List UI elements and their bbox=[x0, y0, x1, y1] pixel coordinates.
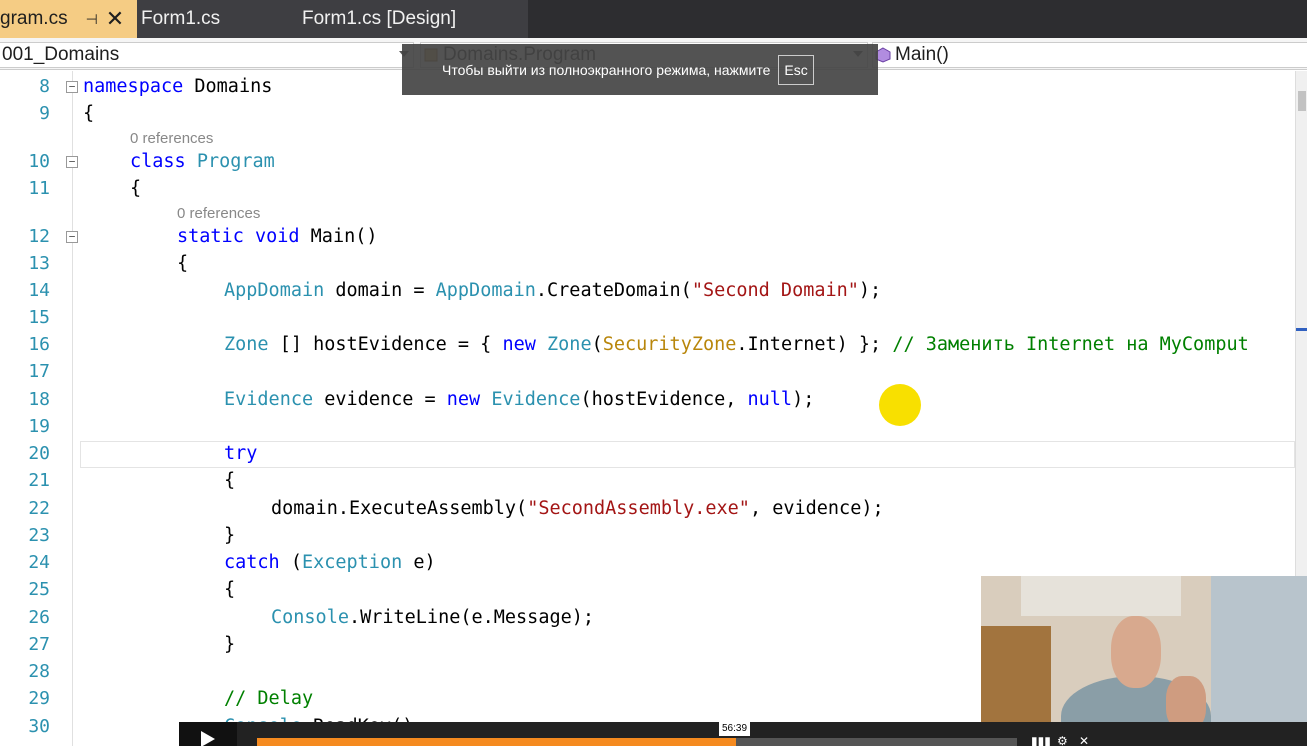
line-number: 19 bbox=[28, 416, 50, 437]
code-line: 22 domain.ExecuteAssembly("SecondAssembl… bbox=[0, 495, 1295, 522]
fullscreen-exit-tooltip: Чтобы выйти из полноэкранного режима, на… bbox=[402, 44, 878, 95]
code-line: 13 { bbox=[0, 250, 1295, 277]
code-line: 15 bbox=[0, 304, 1295, 331]
esc-key-badge: Esc bbox=[778, 54, 814, 85]
webcam-window bbox=[1211, 576, 1307, 746]
video-player-controls: 56:39 ▮▮▮ ⚙ ✕ bbox=[179, 722, 1307, 746]
code-text: } bbox=[224, 525, 236, 546]
code-text: try bbox=[224, 443, 258, 464]
line-number: 15 bbox=[28, 307, 50, 328]
play-icon bbox=[201, 731, 215, 746]
line-number: 26 bbox=[28, 607, 50, 628]
line-number: 9 bbox=[39, 103, 50, 124]
code-line: 10 − class Program bbox=[0, 148, 1295, 175]
codelens-references[interactable]: 0 references bbox=[177, 204, 260, 224]
line-number: 17 bbox=[28, 361, 50, 382]
code-text: domain.ExecuteAssembly("SecondAssembly.e… bbox=[271, 498, 884, 519]
tab-program-cs[interactable]: gram.cs ⊣ ✕ bbox=[0, 0, 137, 38]
code-text: class Program bbox=[130, 151, 275, 172]
fullscreen-icon[interactable]: ✕ bbox=[1079, 735, 1089, 746]
line-number: 22 bbox=[28, 498, 50, 519]
code-text: Evidence evidence = new Evidence(hostEvi… bbox=[224, 389, 815, 410]
code-line: 24 catch (Exception e) bbox=[0, 549, 1295, 576]
code-line: 11 { bbox=[0, 175, 1295, 202]
line-number: 29 bbox=[28, 688, 50, 709]
tab-label: gram.cs bbox=[0, 8, 68, 29]
line-number: 30 bbox=[28, 716, 50, 737]
line-number: 25 bbox=[28, 579, 50, 600]
code-text: { bbox=[177, 253, 189, 274]
gear-icon[interactable]: ⚙ bbox=[1057, 735, 1068, 746]
line-number: 27 bbox=[28, 634, 50, 655]
code-text: Zone [] hostEvidence = { new Zone(Securi… bbox=[224, 334, 1249, 355]
collapse-icon[interactable]: − bbox=[66, 156, 78, 168]
line-number: 20 bbox=[28, 443, 50, 464]
code-text: Console.WriteLine(e.Message); bbox=[271, 607, 595, 628]
member-dropdown[interactable]: Main() bbox=[872, 42, 1307, 68]
collapse-icon[interactable]: − bbox=[66, 231, 78, 243]
code-text: { bbox=[83, 103, 95, 124]
code-text: } bbox=[224, 634, 236, 655]
webcam-overlay bbox=[981, 576, 1307, 746]
line-number: 23 bbox=[28, 525, 50, 546]
tab-form1-design[interactable]: Form1.cs [Design] bbox=[287, 0, 528, 38]
code-text: { bbox=[224, 579, 236, 600]
scrollbar-thumb[interactable] bbox=[1298, 91, 1306, 111]
webcam-person-head bbox=[1111, 616, 1161, 688]
member-dropdown-value: Main() bbox=[895, 44, 949, 65]
code-line: 19 bbox=[0, 413, 1295, 440]
line-number: 10 bbox=[28, 151, 50, 172]
line-number: 12 bbox=[28, 226, 50, 247]
project-dropdown[interactable]: 001_Domains bbox=[0, 42, 414, 68]
code-line: 23 } bbox=[0, 522, 1295, 549]
fullscreen-tip-text: Чтобы выйти из полноэкранного режима, на… bbox=[442, 61, 771, 78]
scrollbar-caret-marker bbox=[1296, 328, 1307, 331]
line-number: 16 bbox=[28, 334, 50, 355]
code-text: static void Main() bbox=[177, 226, 378, 247]
code-text: // Delay bbox=[224, 688, 314, 709]
code-line: 9 { bbox=[0, 100, 1295, 127]
line-number: 13 bbox=[28, 253, 50, 274]
time-tooltip: 56:39 bbox=[719, 722, 751, 736]
pin-icon[interactable]: ⊣ bbox=[86, 11, 98, 28]
line-number: 11 bbox=[28, 178, 50, 199]
close-icon[interactable]: ✕ bbox=[106, 6, 124, 32]
play-button[interactable] bbox=[179, 722, 237, 746]
line-number: 8 bbox=[39, 76, 50, 97]
code-line: 21 { bbox=[0, 467, 1295, 494]
line-number: 28 bbox=[28, 661, 50, 682]
code-line: 20 try bbox=[0, 440, 1295, 467]
document-tab-bar: gram.cs ⊣ ✕ Form1.cs Form1.cs [Design] bbox=[0, 0, 1307, 38]
line-number: 24 bbox=[28, 552, 50, 573]
code-text: AppDomain domain = AppDomain.CreateDomai… bbox=[224, 280, 882, 301]
project-dropdown-value: 001_Domains bbox=[2, 44, 120, 65]
code-text: { bbox=[130, 178, 142, 199]
line-number: 21 bbox=[28, 470, 50, 491]
webcam-ceiling bbox=[1021, 576, 1181, 616]
tab-form1-cs[interactable]: Form1.cs bbox=[137, 0, 287, 38]
code-line: 12 − static void Main() bbox=[0, 223, 1295, 250]
progress-bar[interactable] bbox=[257, 738, 1017, 746]
progress-fill bbox=[257, 738, 736, 746]
code-line: 17 bbox=[0, 358, 1295, 385]
code-line: 16 Zone [] hostEvidence = { new Zone(Sec… bbox=[0, 331, 1295, 358]
code-text: namespace Domains bbox=[83, 76, 273, 97]
line-number: 14 bbox=[28, 280, 50, 301]
code-line: 14 AppDomain domain = AppDomain.CreateDo… bbox=[0, 277, 1295, 304]
codelens-references[interactable]: 0 references bbox=[130, 129, 213, 149]
code-text: { bbox=[224, 470, 236, 491]
code-line: 18 Evidence evidence = new Evidence(host… bbox=[0, 386, 1295, 413]
cursor-highlight bbox=[879, 384, 921, 426]
collapse-icon[interactable]: − bbox=[66, 81, 78, 93]
line-number: 18 bbox=[28, 389, 50, 410]
tab-label: Form1.cs [Design] bbox=[302, 8, 457, 29]
tab-label: Form1.cs bbox=[141, 8, 221, 29]
code-text: catch (Exception e) bbox=[224, 552, 436, 573]
volume-icon[interactable]: ▮▮▮ bbox=[1031, 735, 1051, 746]
